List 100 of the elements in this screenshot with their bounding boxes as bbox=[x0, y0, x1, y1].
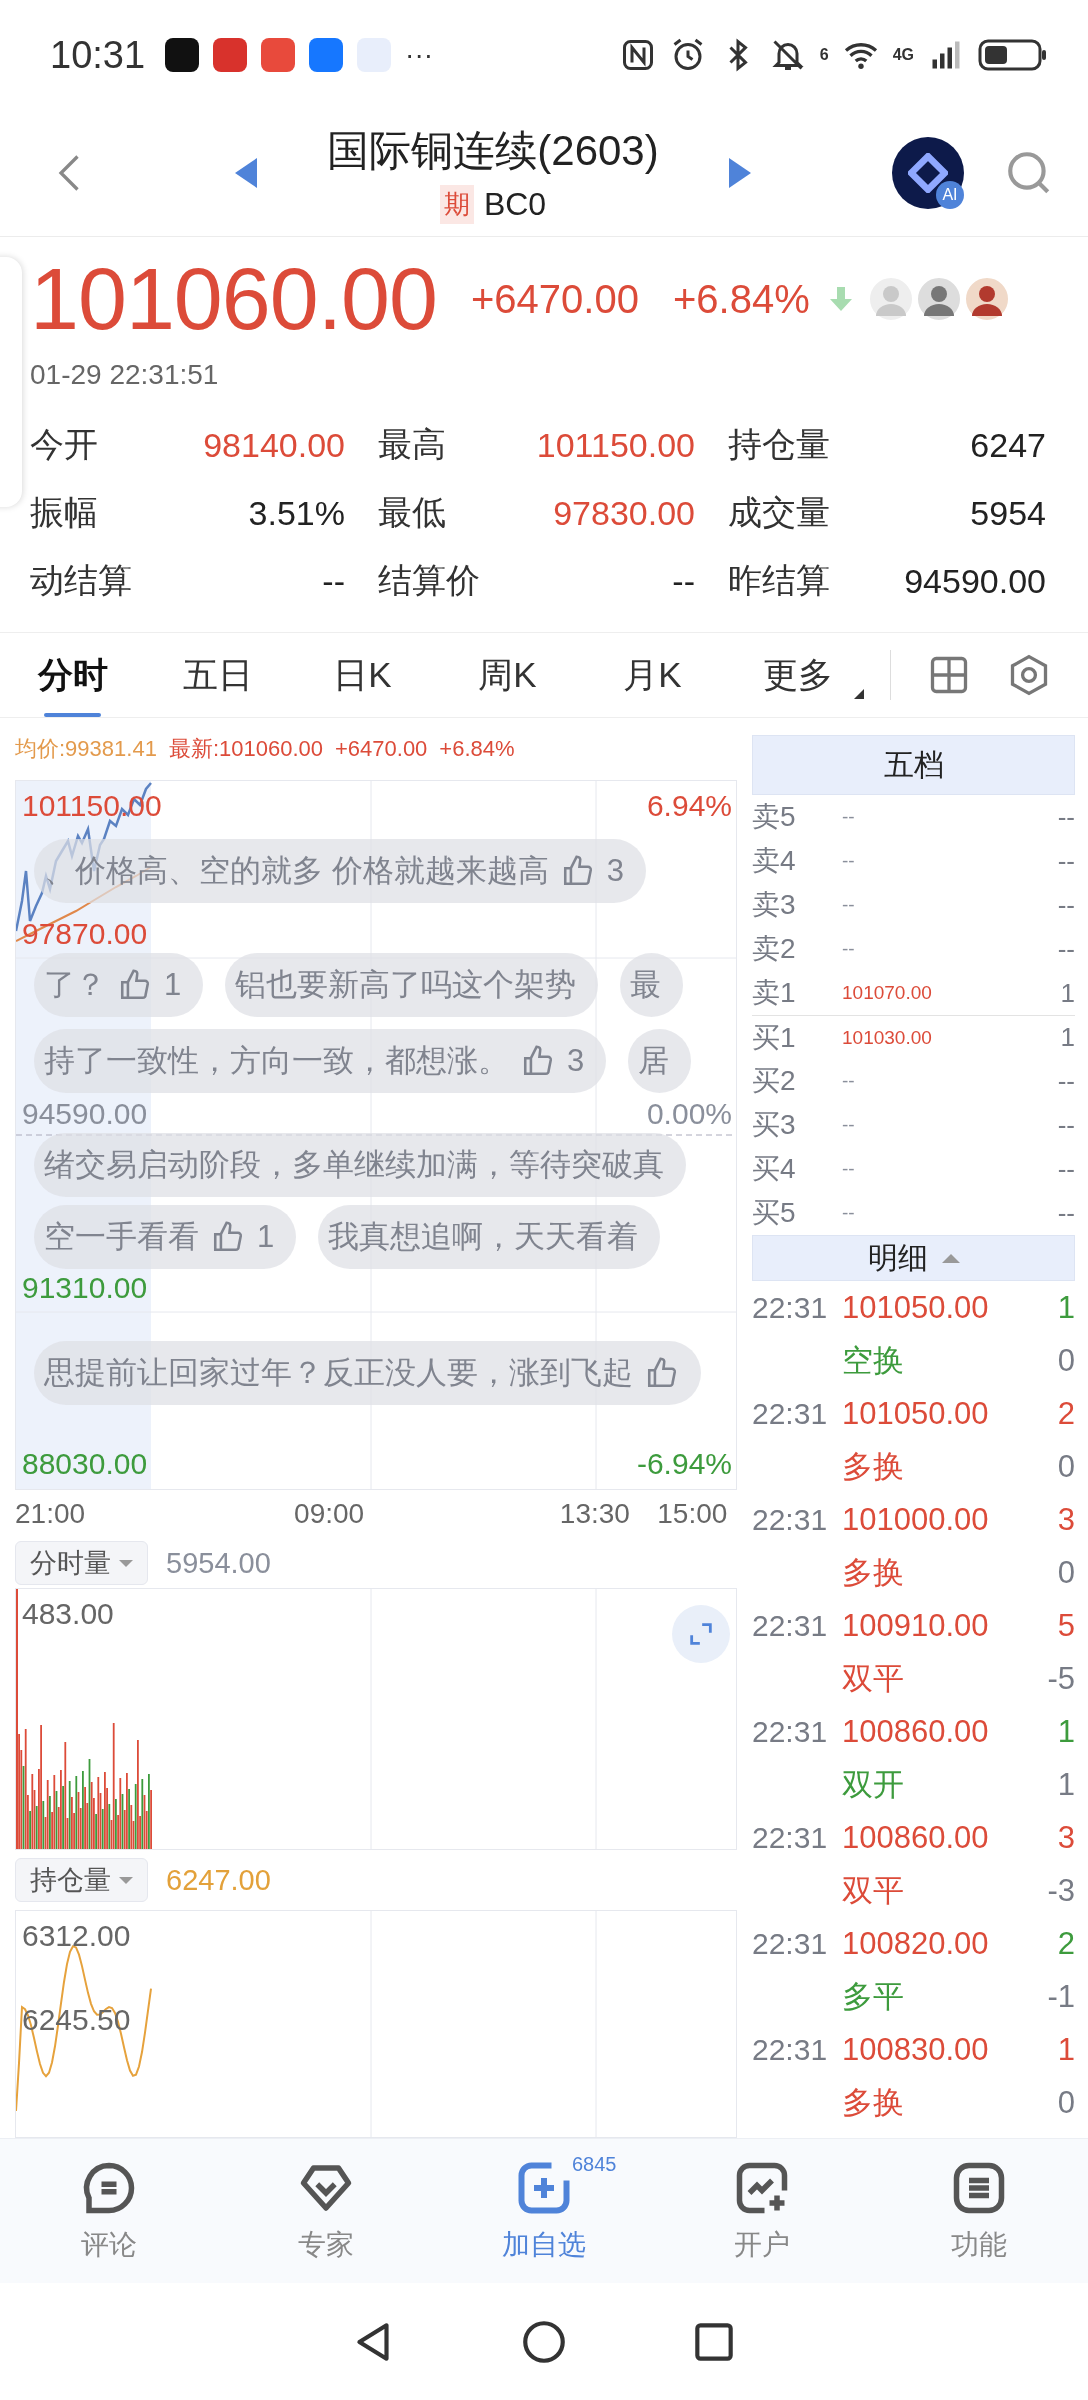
trade-detail-title: 明细 bbox=[867, 1239, 928, 1276]
trade-type: 多换 bbox=[842, 2083, 905, 2122]
order-volume: -- bbox=[1057, 1109, 1075, 1141]
wifi-band-label: 6 bbox=[819, 46, 829, 64]
order-price: -- bbox=[842, 894, 856, 916]
open-interest-change: -1 bbox=[1047, 1978, 1075, 2015]
trade-volume: 5 bbox=[1057, 1607, 1075, 1644]
like-count: 3 bbox=[606, 853, 624, 889]
bottom-nav-item[interactable]: 评论 bbox=[0, 2139, 218, 2283]
user-avatar[interactable] bbox=[963, 276, 1010, 322]
trade-volume: 2 bbox=[1057, 1925, 1075, 1962]
order-price: -- bbox=[842, 1202, 856, 1224]
thumbs-up-icon bbox=[211, 1220, 245, 1254]
comment-bubble[interactable]: 绪交易启动阶段，多单继续加满，等待突破真 bbox=[34, 1133, 686, 1197]
open-interest-change: 0 bbox=[1057, 1554, 1075, 1591]
comment-text: 铝也要新高了吗这个架势 bbox=[235, 966, 577, 1004]
order-volume: -- bbox=[1057, 1153, 1075, 1185]
stat-label: 今开 bbox=[30, 424, 98, 465]
stat-label: 持仓量 bbox=[728, 424, 830, 465]
like-count: 1 bbox=[257, 1219, 275, 1255]
comment-bubble[interactable]: 持了一致性，方向一致，都想涨。 3 bbox=[34, 1029, 607, 1093]
order-price: 101070.00 bbox=[842, 982, 933, 1004]
thumbs-up-icon bbox=[645, 1356, 679, 1390]
trade-volume: 3 bbox=[1057, 1819, 1075, 1856]
stat-value: 94590.00 bbox=[904, 561, 1046, 601]
stat-value: 6247 bbox=[970, 425, 1046, 465]
comment-bubble[interactable]: 居 bbox=[628, 1029, 692, 1093]
app-notification-icon bbox=[261, 38, 296, 72]
order-volume: -- bbox=[1057, 1197, 1075, 1229]
ai-assistant-button[interactable]: AI bbox=[892, 137, 964, 209]
stat-label: 动结算 bbox=[30, 560, 132, 601]
more-notifications: ··· bbox=[405, 39, 434, 71]
open-interest-change: -3 bbox=[1047, 1872, 1075, 1909]
open-interest-change: 0 bbox=[1057, 1448, 1075, 1485]
bottom-nav-item[interactable]: 开户 bbox=[652, 2139, 871, 2283]
comment-bubble[interactable]: 、价格高、空的就多 价格就越来越高 3 bbox=[34, 839, 646, 903]
chart-tab[interactable]: 周K bbox=[435, 633, 580, 717]
chart-tab[interactable]: 月K bbox=[580, 633, 725, 717]
trade-price: 101050.00 bbox=[842, 1289, 990, 1326]
open-interest-change: 0 bbox=[1057, 2084, 1075, 2121]
volume-selector[interactable]: 分时量 bbox=[15, 1541, 148, 1585]
volume-total: 5954.00 bbox=[166, 1546, 271, 1580]
average-price: 均价:99381.41 bbox=[15, 735, 157, 763]
stat-value: -- bbox=[672, 561, 695, 601]
next-icon[interactable] bbox=[728, 158, 751, 188]
trade-type: 双平 bbox=[842, 1871, 905, 1910]
bottom-nav-item[interactable]: 加自选 6845 bbox=[435, 2139, 653, 2283]
order-price: -- bbox=[842, 938, 856, 960]
sort-caret-icon bbox=[941, 1253, 960, 1263]
chart-tab[interactable]: 更多 bbox=[725, 633, 870, 717]
bottom-nav-item[interactable]: 专家 bbox=[217, 2139, 436, 2283]
stat-value: 5954 bbox=[970, 493, 1046, 533]
chart-tab[interactable]: 分时 bbox=[0, 633, 145, 717]
order-level-label: 卖3 bbox=[752, 888, 797, 922]
order-volume: 1 bbox=[1060, 977, 1075, 1009]
bottom-nav-item[interactable]: 功能 bbox=[870, 2139, 1088, 2283]
price-axis-label: 94590.00 bbox=[22, 1097, 148, 1131]
chart-tab[interactable]: 五日 bbox=[145, 633, 290, 717]
trade-price: 101000.00 bbox=[842, 1501, 990, 1538]
comment-text: 最 bbox=[630, 966, 662, 1004]
order-price: 101030.00 bbox=[842, 1026, 933, 1049]
trade-type: 双开 bbox=[842, 1765, 905, 1804]
percent-axis-label: 6.94% bbox=[646, 789, 732, 823]
chart-tab[interactable]: 日K bbox=[290, 633, 435, 717]
order-level-label: 买2 bbox=[752, 1064, 797, 1098]
order-price: -- bbox=[842, 806, 856, 828]
watcher-count: 6845 bbox=[572, 2153, 617, 2176]
app-notification-icon bbox=[213, 38, 248, 72]
stat-label: 成交量 bbox=[728, 492, 830, 533]
comment-text: 思提前让回家过年？反正没人要，涨到飞起 bbox=[44, 1354, 633, 1392]
order-level-label: 买4 bbox=[752, 1152, 797, 1186]
comment-bubble[interactable]: 铝也要新高了吗这个架势 bbox=[225, 953, 599, 1017]
percent-axis-label: 0.00% bbox=[646, 1097, 732, 1131]
comment-bubble[interactable]: 思提前让回家过年？反正没人要，涨到飞起 bbox=[34, 1341, 701, 1405]
comment-bubble[interactable]: 了？ 1 bbox=[34, 953, 204, 1017]
trade-time: 22:31 bbox=[752, 1396, 829, 1431]
trade-detail-header[interactable]: 明细 bbox=[752, 1235, 1075, 1281]
comment-bubble[interactable]: 空一手看看 1 bbox=[34, 1205, 297, 1269]
order-price: -- bbox=[842, 1114, 856, 1136]
order-book-header: 五档 bbox=[752, 735, 1075, 795]
trade-price: 100860.00 bbox=[842, 1819, 990, 1856]
trade-volume: 1 bbox=[1057, 2031, 1075, 2068]
comment-bubble[interactable]: 最 bbox=[620, 953, 684, 1017]
user-avatar[interactable] bbox=[915, 276, 962, 322]
volume-axis-label: 483.00 bbox=[22, 1597, 114, 1631]
comment-text: 持了一致性，方向一致，都想涨。 bbox=[44, 1042, 509, 1080]
comment-text: 、价格高、空的就多 价格就越来越高 bbox=[44, 852, 549, 890]
order-volume: -- bbox=[1057, 889, 1075, 921]
comment-text: 居 bbox=[638, 1042, 670, 1080]
order-level-label: 卖5 bbox=[752, 800, 797, 834]
network-label: 4G bbox=[892, 46, 914, 64]
open-interest-selector[interactable]: 持仓量 bbox=[15, 1858, 148, 1902]
comment-bubble[interactable]: 我真想追啊，天天看着 bbox=[318, 1205, 661, 1269]
percent-axis-label: -6.94% bbox=[636, 1447, 732, 1481]
trade-time: 22:31 bbox=[752, 1714, 829, 1749]
previous-icon[interactable] bbox=[235, 158, 258, 188]
stat-label: 最低 bbox=[378, 492, 446, 533]
latest-change: +6470.00 bbox=[335, 736, 428, 762]
order-level-label: 卖4 bbox=[752, 844, 797, 878]
trade-volume: 3 bbox=[1057, 1501, 1075, 1538]
